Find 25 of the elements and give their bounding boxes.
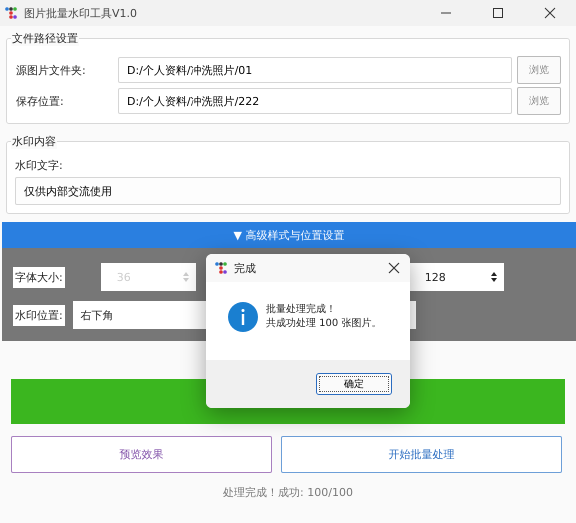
field-label: 保存位置:: [15, 94, 65, 108]
group-title: 水印内容: [11, 134, 57, 149]
path-field[interactable]: D:/个人资料/冲洗照片/222: [118, 88, 512, 114]
field-label: 水印位置:: [13, 304, 65, 326]
close-icon[interactable]: [388, 262, 400, 274]
status-text: 处理完成！成功: 100/100: [222, 485, 354, 500]
field-label: 源图片文件夹:: [15, 62, 87, 78]
field-label: 水印文字:: [15, 158, 64, 173]
group-title: 文件路径设置: [11, 31, 79, 46]
window-title: 图片批量水印工具V1.0: [24, 6, 138, 20]
dialog-message: 批量处理完成！ 共成功处理 100 张图片。: [266, 303, 382, 331]
ok-button[interactable]: 确定: [316, 373, 392, 395]
app-logo-icon: [4, 6, 18, 20]
app-logo-icon: [214, 261, 228, 275]
spin-box[interactable]: 128: [408, 263, 504, 291]
start-button[interactable]: 开始批量处理: [281, 436, 562, 473]
dialog-title: 完成: [234, 260, 257, 276]
preview-button[interactable]: 预览效果: [11, 436, 272, 473]
info-icon: [228, 302, 258, 332]
field-label: 字体大小:: [13, 266, 65, 288]
browse-button[interactable]: 浏览: [517, 56, 561, 84]
advanced-settings-header[interactable]: ▼ 高级样式与位置设置: [2, 222, 576, 248]
path-field[interactable]: D:/个人资料/冲洗照片/01: [118, 57, 512, 83]
watermark-text-field[interactable]: 仅供内部交流使用: [15, 177, 561, 205]
browse-button[interactable]: 浏览: [517, 87, 561, 115]
